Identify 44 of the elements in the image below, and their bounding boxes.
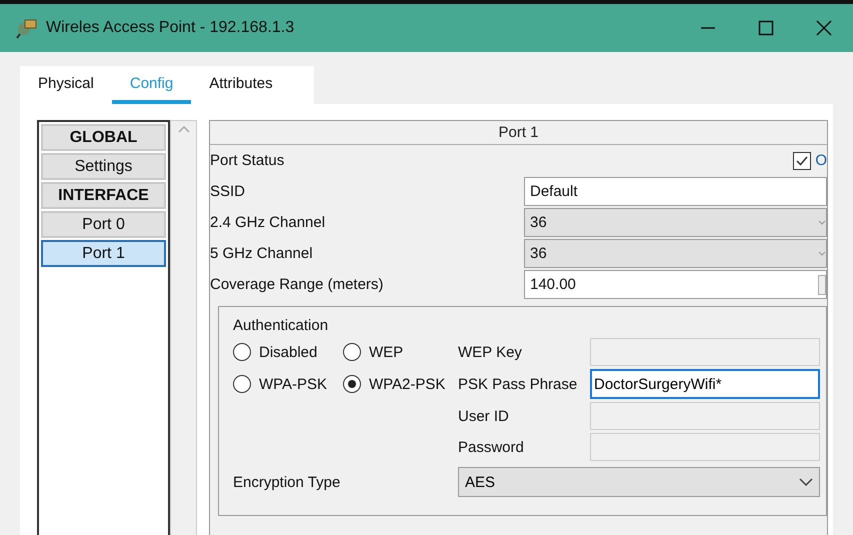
field-label: User ID [458, 408, 510, 424]
sidebar-item[interactable]: Port 1 [41, 240, 166, 267]
scroll-up-icon[interactable] [178, 125, 190, 133]
radio-label: WPA-PSK [259, 376, 328, 392]
sidebar-item[interactable]: Port 0 [41, 211, 166, 238]
field-label: 2.4 GHz Channel [210, 214, 326, 231]
spin-field[interactable]: 140.00 [524, 270, 827, 299]
radio-label: WEP [369, 344, 404, 360]
field-label: Password [458, 438, 525, 456]
scrollbar[interactable] [170, 120, 197, 535]
radio-button[interactable] [233, 375, 251, 393]
radio-label: Disabled [259, 344, 318, 360]
caret-icon[interactable] [799, 478, 813, 486]
app-icon [16, 17, 38, 39]
field-label: PSK Pass Phrase [458, 376, 578, 392]
input-field[interactable]: DoctorSurgeryWifi* [590, 369, 820, 399]
field-label: SSID [210, 183, 246, 200]
group-title: Authentication [233, 317, 330, 334]
field-label: 5 GHz Channel [210, 245, 314, 262]
checkmark-icon [796, 156, 808, 166]
field-label: Encryption Type [233, 474, 342, 490]
maximize-icon[interactable] [758, 20, 774, 36]
spinner-icon[interactable] [818, 274, 826, 294]
radio-button[interactable] [343, 375, 361, 393]
panel-title: Port 1 [210, 121, 827, 145]
input-field[interactable]: Default [524, 177, 827, 206]
encryption-dropdown[interactable]: AES [458, 467, 820, 497]
channel-dropdown[interactable]: 36 [524, 239, 827, 268]
radio-button[interactable] [343, 343, 361, 361]
checkbox-label: O [815, 152, 827, 169]
field-label: WEP Key [458, 344, 523, 360]
channel-dropdown[interactable]: 36 [524, 208, 827, 237]
sidebar-header[interactable]: GLOBAL [41, 124, 166, 151]
port-status-checkbox[interactable] [793, 152, 812, 170]
window-title: Wireles Access Point - 192.168.1.3 [46, 19, 296, 37]
field-label: Coverage Range (meters) [210, 276, 384, 293]
sidebar-header[interactable]: INTERFACE [41, 182, 166, 209]
close-icon[interactable] [815, 19, 833, 37]
radio-label: WPA2-PSK [369, 376, 446, 392]
field-label: Port Status [210, 152, 286, 169]
radio-button[interactable] [233, 343, 251, 361]
tab[interactable]: Physical [20, 66, 112, 104]
sidebar-item[interactable]: Settings [41, 153, 166, 180]
tab[interactable]: Attributes [191, 66, 291, 104]
